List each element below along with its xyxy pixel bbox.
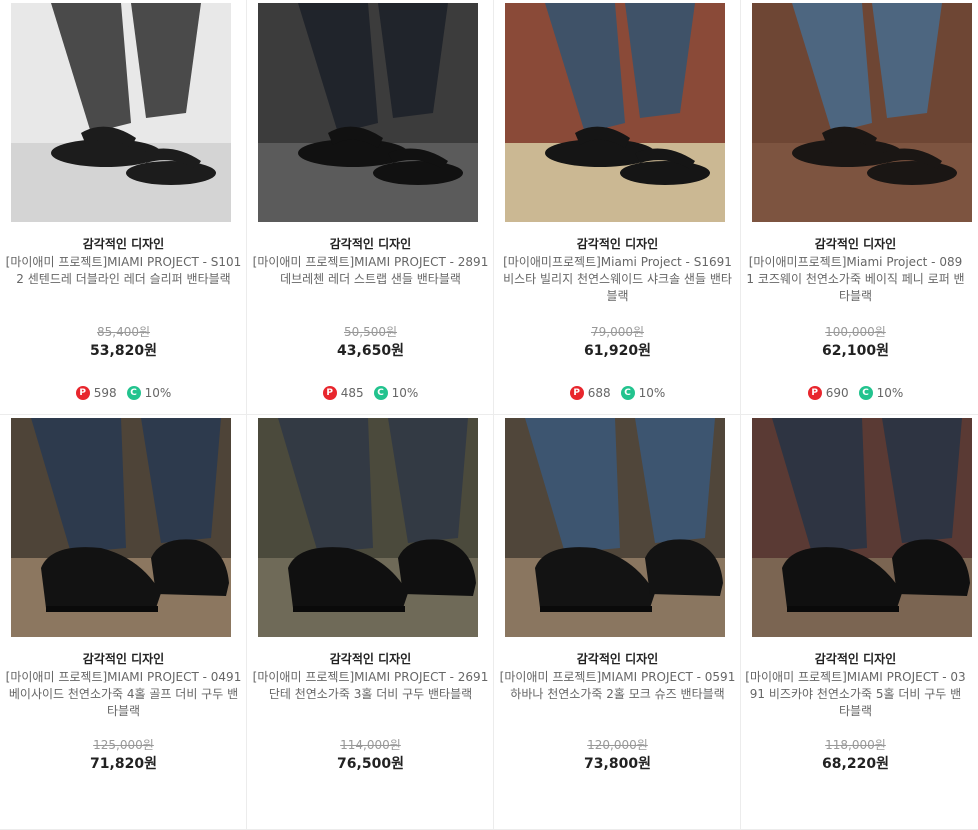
coupon-icon: C: [126, 386, 141, 400]
coupon-value: 10%: [391, 386, 419, 400]
product-image[interactable]: [258, 3, 478, 222]
product-image[interactable]: [505, 3, 725, 222]
point-icon: P: [569, 386, 584, 400]
coupon-value: 10%: [876, 386, 904, 400]
product-subtitle: 감각적인 디자인: [82, 237, 165, 251]
product-name[interactable]: [마이애미 프로젝트]MIAMI PROJECT - 2691 단테 천연소가죽…: [247, 669, 493, 720]
product-image[interactable]: [11, 418, 231, 637]
point-value: 485: [340, 386, 364, 400]
point-icon: P: [807, 386, 822, 400]
shoe-photo: [752, 418, 972, 637]
product-subtitle: 감각적인 디자인: [814, 237, 897, 251]
original-price: 118,000원: [825, 738, 886, 752]
product-image[interactable]: [752, 418, 972, 637]
product-image[interactable]: [505, 418, 725, 637]
sale-price: 61,920원: [584, 343, 651, 359]
sale-price: 76,500원: [337, 756, 404, 772]
benefit-badges: P 598 C 10%: [0, 385, 246, 401]
shoe-photo: [258, 3, 478, 222]
product-image[interactable]: [258, 418, 478, 637]
original-price: 120,000원: [587, 738, 648, 752]
product-subtitle: 감각적인 디자인: [329, 652, 412, 666]
product-card[interactable]: 감각적인 디자인 [마이애미프로젝트]Miami Project - 0891 …: [741, 0, 978, 415]
shoe-photo: [752, 3, 972, 222]
product-card[interactable]: 감각적인 디자인 [마이애미 프로젝트]MIAMI PROJECT - 2691…: [247, 415, 494, 830]
original-price: 85,400원: [96, 325, 151, 339]
original-price: 114,000원: [340, 738, 401, 752]
benefit-badges: P 485 C 10%: [247, 385, 493, 401]
original-price: 100,000원: [825, 325, 886, 339]
shoe-photo: [11, 3, 231, 222]
original-price: 125,000원: [93, 738, 154, 752]
sale-price: 53,820원: [90, 343, 157, 359]
original-price: 50,500원: [343, 325, 398, 339]
sale-price: 73,800원: [584, 756, 651, 772]
coupon-icon: C: [373, 386, 388, 400]
coupon-value: 10%: [638, 386, 666, 400]
product-name[interactable]: [마이애미 프로젝트]MIAMI PROJECT - 0591 하바나 천연소가…: [494, 669, 740, 720]
point-value: 598: [93, 386, 117, 400]
product-card[interactable]: 감각적인 디자인 [마이애미 프로젝트]MIAMI PROJECT - 0591…: [494, 415, 741, 830]
product-subtitle: 감각적인 디자인: [82, 652, 165, 666]
product-name[interactable]: [마이애미프로젝트]Miami Project - S1691 비스타 빌리지 …: [494, 254, 740, 305]
benefit-badges: P 690 C 10%: [741, 385, 970, 401]
product-card[interactable]: 감각적인 디자인 [마이애미프로젝트]Miami Project - S1691…: [494, 0, 741, 415]
product-name[interactable]: [마이애미 프로젝트]MIAMI PROJECT - 2891 데브레첸 레더 …: [247, 254, 493, 305]
shoe-photo: [505, 418, 725, 637]
coupon-value: 10%: [144, 386, 172, 400]
coupon-icon: C: [858, 386, 873, 400]
point-value: 690: [825, 386, 849, 400]
shoe-photo: [11, 418, 231, 637]
product-subtitle: 감각적인 디자인: [576, 652, 659, 666]
product-subtitle: 감각적인 디자인: [576, 237, 659, 251]
product-card[interactable]: 감각적인 디자인 [마이애미 프로젝트]MIAMI PROJECT - 2891…: [247, 0, 494, 415]
product-name[interactable]: [마이애미 프로젝트]MIAMI PROJECT - 0491 베이사이드 천연…: [0, 669, 246, 720]
product-card[interactable]: 감각적인 디자인 [마이애미 프로젝트]MIAMI PROJECT - S101…: [0, 0, 247, 415]
product-subtitle: 감각적인 디자인: [329, 237, 412, 251]
product-name[interactable]: [마이애미프로젝트]Miami Project - 0891 코즈웨이 천연소가…: [741, 254, 970, 305]
benefit-badges: P 688 C 10%: [494, 385, 740, 401]
coupon-icon: C: [620, 386, 635, 400]
sale-price: 71,820원: [90, 756, 157, 772]
product-subtitle: 감각적인 디자인: [814, 652, 897, 666]
point-icon: P: [75, 386, 90, 400]
product-card[interactable]: 감각적인 디자인 [마이애미 프로젝트]MIAMI PROJECT - 0391…: [741, 415, 978, 830]
original-price: 79,000원: [590, 325, 645, 339]
shoe-photo: [505, 3, 725, 222]
sale-price: 62,100원: [822, 343, 889, 359]
product-name[interactable]: [마이애미 프로젝트]MIAMI PROJECT - S1012 센텐드레 더블…: [0, 254, 246, 305]
product-image[interactable]: [11, 3, 231, 222]
product-card[interactable]: 감각적인 디자인 [마이애미 프로젝트]MIAMI PROJECT - 0491…: [0, 415, 247, 830]
product-grid: 감각적인 디자인 [마이애미 프로젝트]MIAMI PROJECT - S101…: [0, 0, 978, 830]
product-image[interactable]: [752, 3, 972, 222]
point-icon: P: [322, 386, 337, 400]
point-value: 688: [587, 386, 611, 400]
product-name[interactable]: [마이애미 프로젝트]MIAMI PROJECT - 0391 비즈카야 천연소…: [741, 669, 970, 720]
sale-price: 68,220원: [822, 756, 889, 772]
shoe-photo: [258, 418, 478, 637]
sale-price: 43,650원: [337, 343, 404, 359]
